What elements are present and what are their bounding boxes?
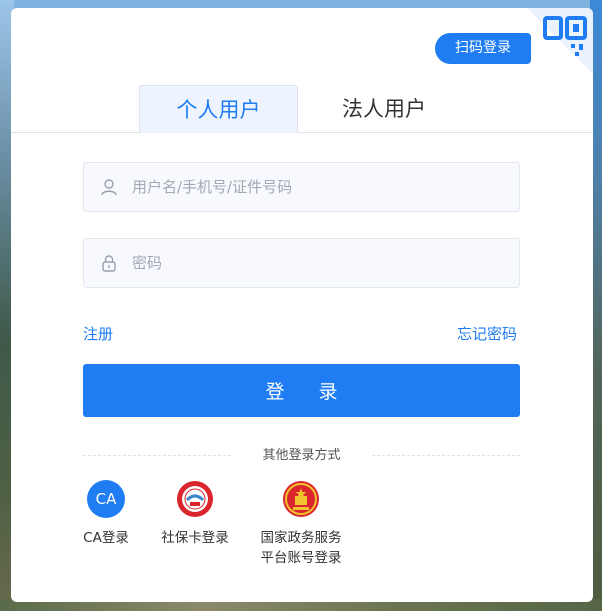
national-emblem-icon[interactable]	[282, 480, 320, 518]
social-security-login-option[interactable]: 社保卡登录	[155, 480, 235, 548]
social-security-login-label[interactable]: 社保卡登录	[155, 528, 235, 548]
ca-login-option[interactable]: CA CA登录	[73, 480, 139, 548]
national-gov-label-line2: 平台账号登录	[260, 550, 342, 566]
other-login-title: 其他登录方式	[262, 448, 341, 463]
lock-icon	[102, 255, 116, 272]
tab-personal-user[interactable]: 个人用户	[139, 85, 298, 133]
tab-divider	[11, 132, 593, 133]
qr-code-icon[interactable]	[543, 16, 587, 68]
login-button[interactable]: 登 录	[83, 364, 520, 417]
tab-legal-user[interactable]: 法人用户	[309, 85, 459, 133]
user-icon	[101, 179, 117, 196]
password-input[interactable]	[132, 239, 502, 287]
national-gov-login-option[interactable]: 国家政务服务 平台账号登录	[251, 480, 351, 568]
qr-login-corner[interactable]	[527, 8, 593, 74]
divider-line-right	[372, 455, 520, 456]
register-link[interactable]: 注册	[83, 323, 113, 344]
national-gov-login-label[interactable]: 国家政务服务 平台账号登录	[251, 528, 351, 568]
social-security-card-icon[interactable]	[176, 480, 214, 518]
forgot-password-link[interactable]: 忘记密码	[457, 323, 517, 344]
username-input[interactable]	[132, 163, 502, 211]
national-gov-label-line1: 国家政务服务	[260, 530, 342, 546]
scan-login-button[interactable]: 扫码登录	[435, 33, 531, 64]
password-field[interactable]	[83, 238, 520, 288]
ca-login-label[interactable]: CA登录	[73, 528, 139, 548]
ca-icon[interactable]: CA	[87, 480, 125, 518]
username-field[interactable]	[83, 162, 520, 212]
other-login-divider: 其他登录方式	[83, 446, 520, 466]
login-card: 扫码登录 个人用户 法人用户 注册 忘记密码 登 录 其他登录方式 CA CA登…	[11, 8, 593, 602]
